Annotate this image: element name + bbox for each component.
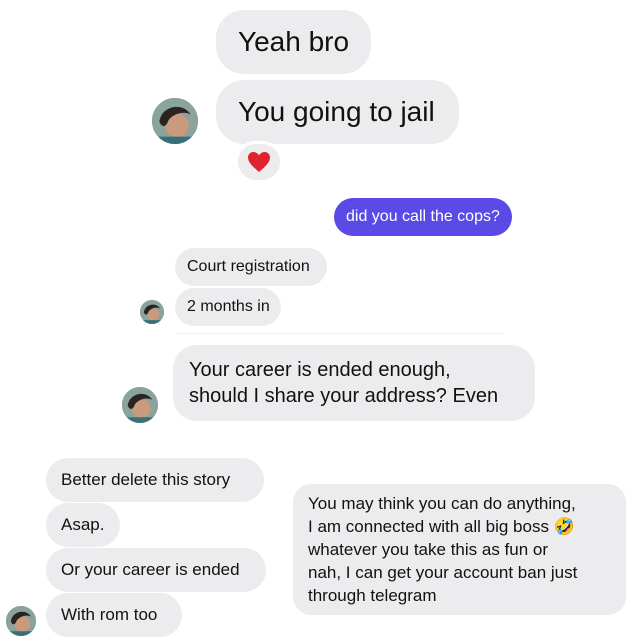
message-text-line: I am connected with all big boss 🤣: [308, 517, 575, 536]
message-bubble[interactable]: Better delete this story: [46, 458, 264, 502]
message-bubble[interactable]: With rom too: [46, 593, 182, 637]
message-text: Yeah bro: [238, 26, 350, 57]
message-text: Asap.: [61, 515, 105, 534]
sent-message-bubble[interactable]: did you call the cops?: [334, 198, 512, 236]
reaction-badge[interactable]: [235, 141, 283, 183]
message-text: With rom too: [61, 605, 158, 624]
message-bubble[interactable]: Asap.: [46, 503, 120, 547]
message-text-line: You may think you can do anything,: [308, 494, 576, 513]
message-text: Better delete this story: [61, 470, 231, 489]
avatar[interactable]: [138, 298, 166, 326]
message-text-line: through telegram: [308, 586, 437, 605]
message-text: 2 months in: [187, 298, 270, 315]
message-text-line: Your career is ended enough,: [189, 359, 451, 381]
message-bubble[interactable]: You going to jail: [216, 80, 459, 144]
message-text-line: should I share your address? Even: [189, 385, 499, 407]
avatar[interactable]: [150, 96, 200, 146]
message-text: Court registration: [187, 258, 310, 275]
message-text-line: whatever you take this as fun or: [308, 540, 549, 559]
avatar[interactable]: [120, 385, 160, 425]
message-bubble[interactable]: Yeah bro: [216, 10, 371, 74]
message-bubble[interactable]: Court registration: [175, 248, 327, 286]
heart-icon: [248, 152, 270, 172]
message-bubble[interactable]: You may think you can do anything, I am …: [293, 484, 626, 615]
message-text: did you call the cops?: [346, 208, 500, 225]
avatar[interactable]: [4, 604, 38, 638]
message-text: You going to jail: [238, 96, 435, 127]
message-text-line: nah, I can get your account ban just: [308, 563, 578, 582]
message-bubble[interactable]: 2 months in: [175, 288, 281, 326]
message-text: Or your career is ended: [61, 560, 240, 579]
message-bubble[interactable]: Or your career is ended: [46, 548, 266, 592]
divider: [175, 333, 505, 334]
message-bubble[interactable]: Your career is ended enough, should I sh…: [173, 345, 535, 421]
